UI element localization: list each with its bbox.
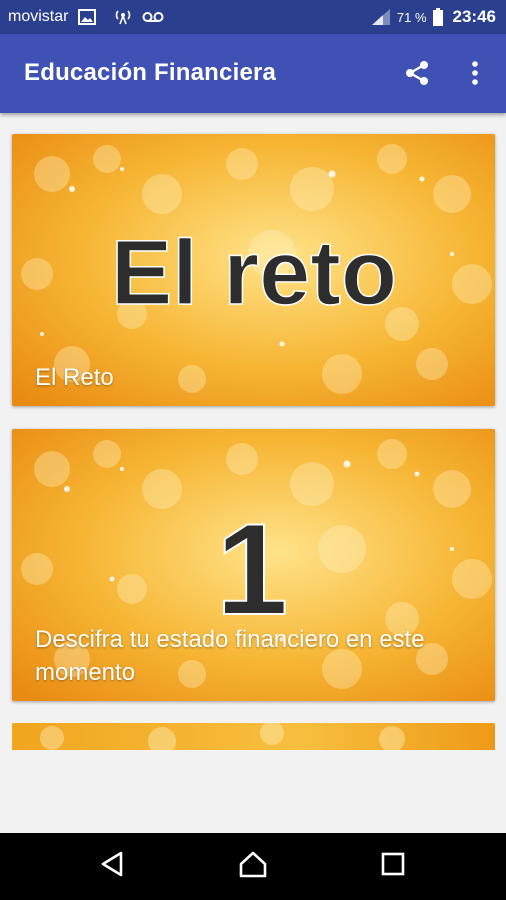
more-vert-icon	[471, 60, 479, 91]
app-title: Educación Financiera	[24, 59, 277, 86]
share-icon	[403, 59, 431, 92]
signal-tower-icon	[114, 9, 132, 25]
status-left: movistar	[0, 8, 164, 26]
cell-signal-icon	[371, 8, 391, 26]
image-icon	[78, 9, 97, 25]
card-image-text: 1	[216, 496, 288, 642]
card-list: El reto El Reto 1 Descifra tu estado fin…	[0, 113, 506, 833]
back-button[interactable]	[72, 833, 152, 900]
card-partial[interactable]	[12, 723, 495, 753]
clock: 23:46	[452, 7, 496, 26]
share-button[interactable]	[400, 58, 434, 92]
card-image-text: El reto	[111, 222, 397, 324]
recents-icon	[380, 851, 406, 882]
home-button[interactable]	[213, 833, 293, 900]
status-right: 71 % 23:46	[371, 0, 496, 34]
card-el-reto[interactable]: El reto El Reto	[12, 134, 495, 406]
voicemail-icon	[142, 11, 164, 23]
card-label: El Reto	[35, 364, 114, 391]
list-background	[0, 750, 506, 833]
navigation-bar	[0, 833, 506, 900]
more-options-button[interactable]	[462, 58, 488, 92]
battery-percent: 71 %	[396, 9, 427, 25]
app-bar: Educación Financiera	[0, 34, 506, 113]
recents-button[interactable]	[353, 833, 433, 900]
battery-icon	[432, 8, 443, 26]
card-label: Descifra tu estado financiero en este mo…	[35, 626, 425, 686]
carrier-name: movistar	[8, 8, 69, 25]
home-icon	[238, 850, 268, 883]
status-bar: movistar 71 % 23:46	[0, 0, 506, 34]
card-descifra[interactable]: 1 Descifra tu estado financiero en este …	[12, 429, 495, 701]
back-icon	[99, 850, 125, 883]
card-image	[12, 723, 495, 753]
